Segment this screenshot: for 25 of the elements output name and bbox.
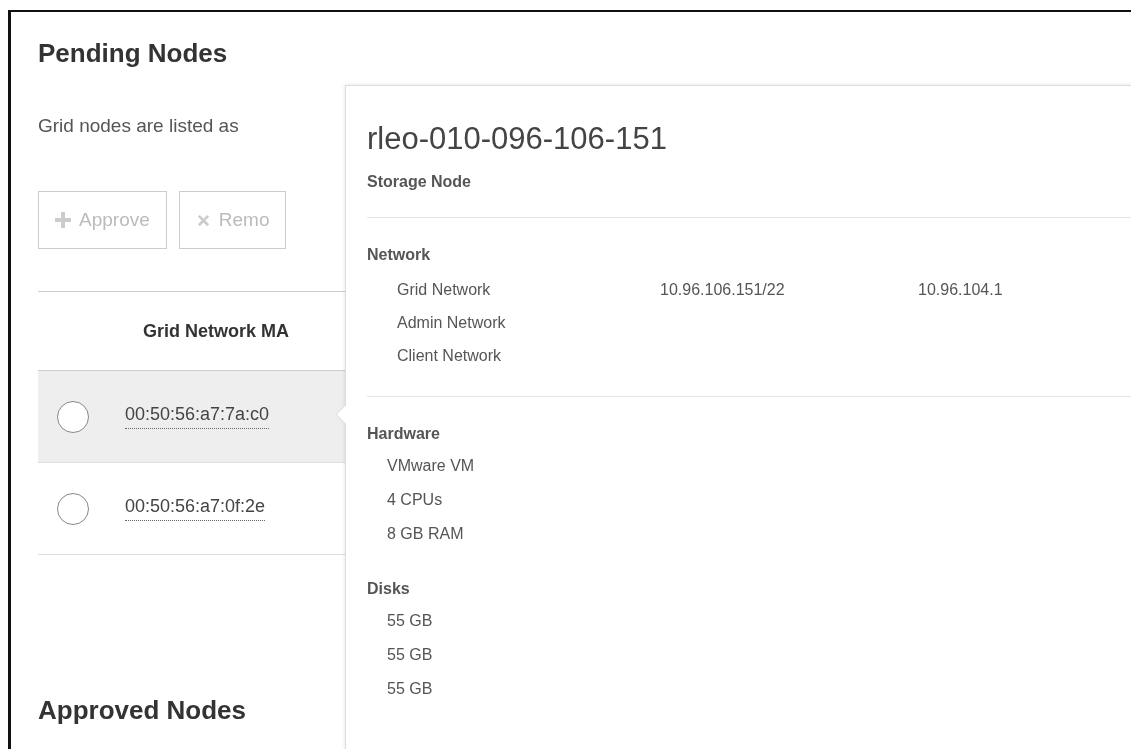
section-title: Pending Nodes: [38, 38, 228, 68]
section-heading: Disks: [367, 580, 410, 598]
hardware-spec: 4 CPUs: [387, 491, 443, 509]
plus-icon: [55, 212, 71, 228]
gateway-address: 10.96.104.1: [918, 281, 1003, 299]
disk-size: 55 GB: [387, 680, 433, 698]
column-header[interactable]: Grid Network MA: [143, 320, 289, 342]
description-text: Grid nodes are listed as: [38, 115, 239, 137]
ip-address: 10.96.106.151/22: [660, 281, 786, 299]
mac-address-link[interactable]: 00:50:56:a7:0f:2e: [125, 496, 266, 521]
radio-button[interactable]: [57, 492, 89, 525]
node-type: Storage Node: [367, 173, 471, 191]
network-name: Admin Network: [397, 314, 507, 332]
mac-address-link[interactable]: 00:50:56:a7:7a:c0: [125, 404, 270, 429]
section-title: Approved Nodes: [38, 695, 247, 726]
network-name: Client Network: [397, 347, 503, 365]
x-icon: [195, 212, 211, 228]
disk-size: 55 GB: [387, 612, 433, 630]
radio-button[interactable]: [57, 400, 89, 433]
section-heading: Network: [367, 246, 431, 264]
section-heading: Hardware: [367, 425, 440, 443]
network-name: Grid Network: [397, 281, 492, 299]
node-name: rleo-010-096-106-151: [367, 121, 667, 157]
disk-size: 55 GB: [387, 646, 433, 664]
hardware-spec: 8 GB RAM: [387, 525, 464, 543]
